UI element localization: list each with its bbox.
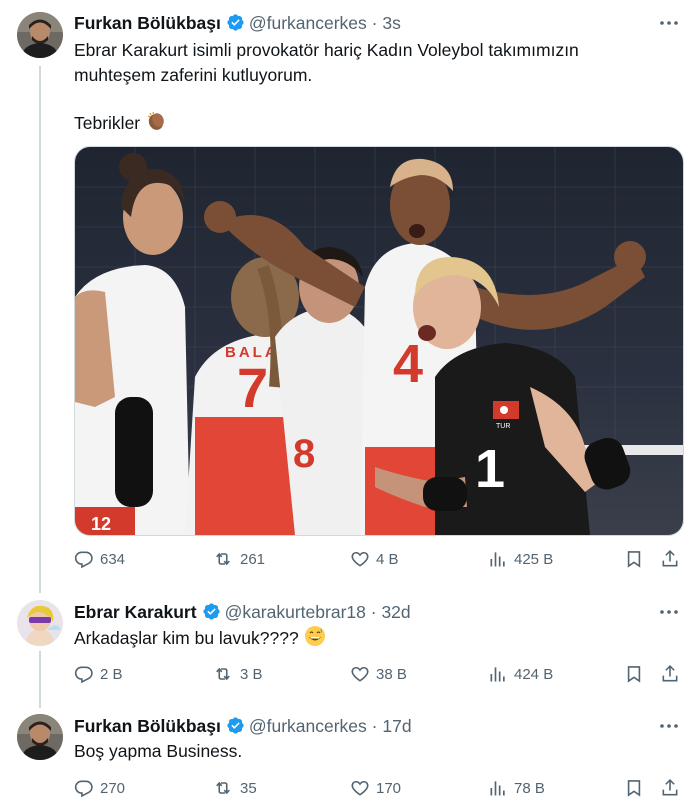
heart-icon bbox=[350, 664, 370, 684]
jersey-number: 4 bbox=[393, 334, 423, 394]
tweet-header: Ebrar Karakurt @karakurtebrar18 · 32d bbox=[74, 601, 411, 626]
tweet[interactable]: Furkan Bölükbaşı @furkancerkes · 3s Ebrar… bbox=[0, 0, 700, 590]
reply-icon bbox=[74, 778, 94, 798]
share-icon bbox=[660, 778, 680, 798]
jersey-number: 12 bbox=[91, 514, 111, 534]
tweet-text-line: Boş yapma Business. bbox=[74, 741, 243, 761]
separator-dot: · bbox=[371, 716, 378, 736]
timestamp[interactable]: 32d bbox=[381, 602, 410, 622]
retweet-button[interactable]: 3 B bbox=[212, 664, 263, 684]
share-icon bbox=[660, 664, 680, 684]
retweet-button[interactable]: 261 bbox=[212, 549, 265, 569]
reply-icon bbox=[74, 549, 94, 569]
tweet-text: Arkadaşlar kim bu lavuk???? bbox=[74, 625, 678, 654]
retweet-icon bbox=[212, 778, 234, 798]
tweet[interactable]: Furkan Bölükbaşı @furkancerkes · 17d Boş … bbox=[0, 704, 700, 812]
avatar[interactable] bbox=[17, 714, 63, 760]
more-icon[interactable] bbox=[658, 12, 680, 34]
tweet-actions: 270 35 170 78 B bbox=[74, 778, 680, 802]
like-count: 4 B bbox=[376, 550, 399, 568]
bookmark-icon bbox=[624, 778, 644, 798]
views-count: 424 B bbox=[514, 665, 554, 683]
separator-dot: · bbox=[371, 13, 378, 33]
tweet[interactable]: Ebrar Karakurt @karakurtebrar18 · 32d Ark… bbox=[0, 590, 700, 708]
views-button[interactable]: 424 B bbox=[488, 664, 553, 684]
bookmark-icon bbox=[624, 664, 644, 684]
retweet-button[interactable]: 35 bbox=[212, 778, 257, 798]
tweet-media-photo[interactable]: 12 BALA 7 8 4 1 TUR bbox=[74, 146, 684, 536]
views-button[interactable]: 78 B bbox=[488, 778, 545, 798]
display-name[interactable]: Furkan Bölükbaşı bbox=[74, 13, 221, 33]
display-name[interactable]: Ebrar Karakurt bbox=[74, 602, 197, 622]
views-count: 78 B bbox=[514, 779, 545, 797]
like-count: 170 bbox=[376, 779, 402, 797]
views-icon bbox=[488, 778, 508, 798]
retweet-count: 3 B bbox=[240, 665, 263, 683]
like-button[interactable]: 38 B bbox=[350, 664, 407, 684]
retweet-count: 261 bbox=[240, 550, 266, 568]
tweet-text: Boş yapma Business. bbox=[74, 739, 678, 764]
like-button[interactable]: 4 B bbox=[350, 549, 399, 569]
avatar[interactable] bbox=[17, 12, 63, 58]
flag-caption: TUR bbox=[496, 423, 510, 430]
retweet-icon bbox=[212, 549, 234, 569]
heart-icon bbox=[350, 549, 370, 569]
reply-count: 270 bbox=[100, 779, 126, 797]
user-handle[interactable]: @furkancerkes bbox=[249, 716, 367, 736]
user-handle[interactable]: @furkancerkes bbox=[249, 13, 367, 33]
more-icon[interactable] bbox=[658, 601, 680, 623]
timestamp[interactable]: 3s bbox=[382, 13, 400, 33]
reply-icon bbox=[74, 664, 94, 684]
bookmark-button[interactable] bbox=[624, 778, 644, 798]
reply-button[interactable]: 634 bbox=[74, 549, 125, 569]
tweet-text-line: muhteşem zaferini kutluyorum. bbox=[74, 65, 313, 85]
display-name[interactable]: Furkan Bölükbaşı bbox=[74, 716, 221, 736]
avatar[interactable] bbox=[17, 600, 63, 646]
tweet-text-line: Tebrikler bbox=[74, 113, 141, 133]
verified-badge-icon bbox=[226, 13, 245, 37]
reply-button[interactable]: 2 B bbox=[74, 664, 123, 684]
reply-count: 634 bbox=[100, 550, 126, 568]
tweet-header: Furkan Bölükbaşı @furkancerkes · 3s bbox=[74, 12, 401, 37]
heart-icon bbox=[350, 778, 370, 798]
retweet-icon bbox=[212, 664, 234, 684]
reply-button[interactable]: 270 bbox=[74, 778, 125, 798]
like-count: 38 B bbox=[376, 665, 407, 683]
views-button[interactable]: 425 B bbox=[488, 549, 553, 569]
tweet-actions: 2 B 3 B 38 B 424 B bbox=[74, 664, 680, 688]
share-icon bbox=[660, 549, 680, 569]
bookmark-button[interactable] bbox=[624, 549, 644, 569]
retweet-count: 35 bbox=[240, 779, 257, 797]
user-handle[interactable]: @karakurtebrar18 bbox=[225, 602, 366, 622]
jersey-number: 8 bbox=[293, 432, 315, 476]
verified-badge-icon bbox=[226, 716, 245, 740]
tweet-actions: 634 261 4 B 425 B bbox=[74, 549, 680, 573]
verified-badge-icon bbox=[202, 602, 221, 626]
jersey-number: 7 bbox=[237, 356, 268, 419]
reply-count: 2 B bbox=[100, 665, 123, 683]
views-icon bbox=[488, 549, 508, 569]
grinning-sweat-emoji-icon bbox=[304, 625, 326, 654]
tweet-header: Furkan Bölükbaşı @furkancerkes · 17d bbox=[74, 715, 412, 740]
bookmark-button[interactable] bbox=[624, 664, 644, 684]
tweet-text-line: Ebrar Karakurt isimli provokatör hariç K… bbox=[74, 40, 579, 60]
views-count: 425 B bbox=[514, 550, 554, 568]
tweet-text-line: Arkadaşlar kim bu lavuk???? bbox=[74, 628, 299, 648]
share-button[interactable] bbox=[660, 778, 680, 798]
bookmark-icon bbox=[624, 549, 644, 569]
jersey-number: 1 bbox=[475, 439, 505, 499]
separator-dot: · bbox=[370, 602, 377, 622]
tweet-text: Ebrar Karakurt isimli provokatör hariç K… bbox=[74, 38, 678, 139]
share-button[interactable] bbox=[660, 664, 680, 684]
more-icon[interactable] bbox=[658, 715, 680, 737]
timestamp[interactable]: 17d bbox=[382, 716, 411, 736]
clapping-hands-icon bbox=[145, 110, 167, 139]
like-button[interactable]: 170 bbox=[350, 778, 401, 798]
views-icon bbox=[488, 664, 508, 684]
share-button[interactable] bbox=[660, 549, 680, 569]
